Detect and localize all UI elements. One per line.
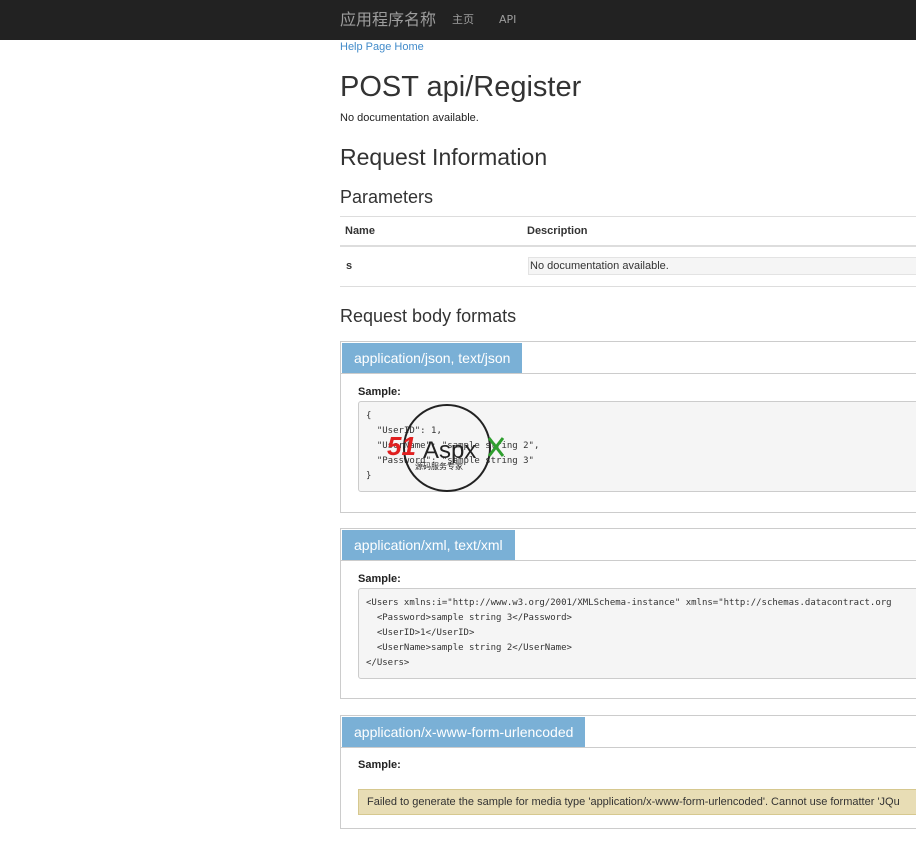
sample-warning: Failed to generate the sample for media … xyxy=(358,789,916,815)
watermark-logo: 51 Aspx 源码服务专家 xyxy=(387,404,505,492)
tab-json[interactable]: application/json, text/json xyxy=(342,343,523,373)
code-line: } xyxy=(366,471,372,481)
tab-divider xyxy=(341,373,916,374)
code-line: </Users> xyxy=(366,658,410,668)
format-block-xml: application/xml, text/xml Sample: <Users… xyxy=(340,528,916,699)
param-description: No documentation available. xyxy=(528,257,916,275)
sample-label: Sample: xyxy=(358,386,401,398)
sample-label: Sample: xyxy=(358,759,401,771)
column-header-description: Description xyxy=(527,225,588,237)
sample-label: Sample: xyxy=(358,573,401,585)
watermark-tagline: 源码服务专家 xyxy=(415,461,463,471)
code-line: <Password>sample string 3</Password> xyxy=(366,613,572,623)
table-header-row: Name Description xyxy=(340,216,916,247)
format-block-form-urlencoded: application/x-www-form-urlencoded Sample… xyxy=(340,715,916,829)
parameters-heading: Parameters xyxy=(340,187,434,207)
tab-divider xyxy=(341,560,916,561)
param-name: s xyxy=(346,260,353,272)
app-brand-link[interactable]: 应用程序名称 xyxy=(340,9,436,31)
page-description: No documentation available. xyxy=(340,112,479,124)
code-line: <Users xmlns:i="http://www.w3.org/2001/X… xyxy=(366,598,892,608)
table-row: s No documentation available. xyxy=(340,246,916,287)
xml-sample-code: <Users xmlns:i="http://www.w3.org/2001/X… xyxy=(358,588,916,679)
page-title: POST api/Register xyxy=(340,71,582,103)
nav-link-api[interactable]: API xyxy=(499,12,516,28)
watermark-brand-black: Aspx xyxy=(423,437,476,464)
watermark-brand-red: 51 xyxy=(387,431,416,461)
top-navbar: 应用程序名称 主页 API xyxy=(0,0,916,40)
code-line: <UserName>sample string 2</UserName> xyxy=(366,643,572,653)
help-page-home-link[interactable]: Help Page Home xyxy=(340,41,424,53)
request-information-heading: Request Information xyxy=(340,144,548,170)
column-header-name: Name xyxy=(345,225,375,237)
tab-divider xyxy=(341,747,916,748)
tab-xml[interactable]: application/xml, text/xml xyxy=(342,530,515,560)
tab-form-urlencoded[interactable]: application/x-www-form-urlencoded xyxy=(342,717,586,747)
request-body-formats-heading: Request body formats xyxy=(340,306,517,326)
nav-link-home[interactable]: 主页 xyxy=(452,12,474,28)
code-line: <UserID>1</UserID> xyxy=(366,628,475,638)
watermark-x-mark xyxy=(487,437,505,457)
code-line: { xyxy=(366,411,372,421)
